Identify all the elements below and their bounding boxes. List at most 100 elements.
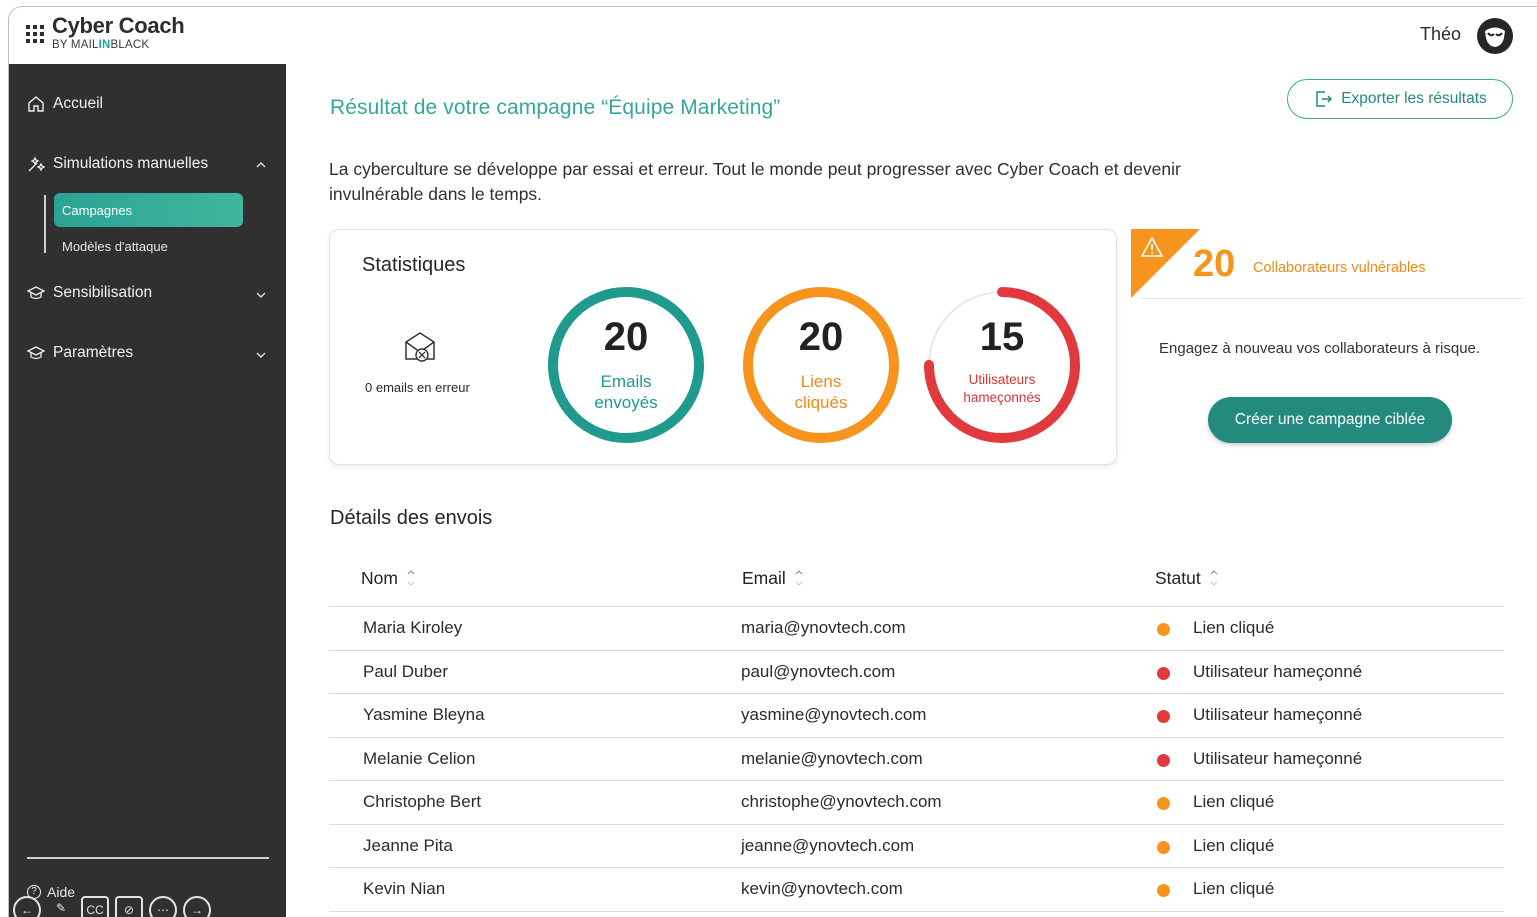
- more-icon[interactable]: ⋯: [149, 896, 177, 917]
- export-icon: [1316, 91, 1333, 107]
- table-row[interactable]: Jeanne Pita jeanne@ynovtech.com Lien cliqu…: [329, 825, 1504, 868]
- cell-email: paul@ynovtech.com: [741, 661, 896, 681]
- user-name[interactable]: Théo: [1420, 24, 1461, 45]
- brand-logo[interactable]: Cyber Coach BY MAILINBLACK: [52, 14, 185, 52]
- cell-status: Lien cliqué: [1193, 835, 1275, 855]
- vulnerable-count: 20: [1193, 243, 1236, 285]
- sidebar-subitem-campaigns[interactable]: Campagnes: [54, 193, 243, 227]
- sidebar-item-label: Paramètres: [53, 344, 134, 361]
- table-row[interactable]: Christophe Bert christophe@ynovtech.com Li…: [329, 781, 1504, 825]
- phished-label: Utilisateurs hameçonnés: [963, 372, 1041, 405]
- statistics-title: Statistiques: [362, 254, 466, 276]
- graduation-cap-icon: [27, 346, 45, 360]
- player-controls: ← ✎ CC ⊘ ⋯ →: [13, 896, 211, 917]
- apps-grid-icon[interactable]: [26, 25, 44, 43]
- email-errors-label: 0 emails en erreur: [365, 380, 470, 395]
- sidebar-item-simulations[interactable]: Simulations manuelles: [27, 155, 208, 173]
- column-header-name[interactable]: Nom: [361, 566, 416, 590]
- vulnerable-label: Collaborateurs vulnérables: [1253, 260, 1426, 276]
- chevron-down-icon[interactable]: [255, 289, 267, 301]
- arrow-right-icon[interactable]: →: [183, 896, 211, 917]
- email-error-icon: [405, 332, 435, 362]
- status-dot: [1157, 840, 1170, 854]
- graduation-cap-icon: [27, 286, 45, 300]
- cell-status: Utilisateur hameçonné: [1193, 705, 1363, 724]
- clicked-label: Liens cliqués: [794, 372, 848, 412]
- export-results-button[interactable]: Exporter les résultats: [1287, 79, 1513, 119]
- user-avatar-icon: [1485, 27, 1505, 47]
- phished-ring: 15 Utilisateurs hameçonnés: [922, 285, 1082, 445]
- details-title: Détails des envois: [330, 507, 493, 529]
- table-row[interactable]: Paul Duber paul@ynovtech.com Utilisateur h…: [329, 651, 1504, 694]
- table-row[interactable]: Yasmine Bleyna yasmine@ynovtech.com Utilis…: [329, 694, 1504, 738]
- cell-email: kevin@ynovtech.com: [741, 879, 903, 898]
- cell-name: Christophe Bert: [363, 792, 482, 811]
- cell-name: Paul Duber: [363, 661, 449, 681]
- app-window: Cyber Coach BY MAILINBLACK Théo Accueil …: [8, 6, 1537, 917]
- top-bar: Cyber Coach BY MAILINBLACK Théo: [9, 7, 1537, 64]
- table-body: Maria Kiroley maria@ynovtech.com Lien cliq…: [329, 607, 1504, 912]
- sidebar-divider: [27, 857, 269, 859]
- closed-captions-icon[interactable]: CC: [81, 896, 109, 917]
- chevron-down-icon[interactable]: [255, 349, 267, 361]
- status-dot: [1157, 623, 1170, 636]
- home-icon: [28, 96, 44, 112]
- status-dot: [1157, 884, 1170, 897]
- table-row[interactable]: Kevin Nian kevin@ynovtech.com Lien cliqué: [329, 868, 1504, 912]
- table-row[interactable]: Maria Kiroley maria@ynovtech.com Lien cliq…: [329, 607, 1504, 651]
- clicked-count: 20: [798, 315, 844, 359]
- cell-name: Jeanne Pita: [363, 835, 453, 855]
- submenu-rail: [44, 195, 46, 253]
- phished-count: 15: [979, 315, 1025, 359]
- status-dot: [1157, 710, 1170, 723]
- page-title: Résultat de votre campagne “Équipe Marke…: [330, 96, 781, 119]
- brand-subtitle: BY MAILINBLACK: [52, 39, 150, 51]
- cell-name: Melanie Celion: [363, 748, 476, 768]
- clicked-ring: 20 Liens cliqués: [741, 285, 901, 445]
- column-header-status[interactable]: Statut: [1155, 566, 1219, 590]
- column-header-email[interactable]: Email: [742, 566, 804, 590]
- cell-status: Lien cliqué: [1193, 792, 1275, 811]
- sidebar-item-settings[interactable]: Paramètres: [27, 344, 133, 362]
- cell-status: Lien cliqué: [1193, 618, 1275, 637]
- cell-name: Kevin Nian: [363, 879, 446, 898]
- arrow-left-icon[interactable]: ←: [13, 896, 41, 917]
- sidebar-item-awareness[interactable]: Sensibilisation: [27, 284, 152, 302]
- chevron-up-icon[interactable]: [255, 159, 267, 171]
- status-dot: [1157, 753, 1170, 767]
- sort-icon[interactable]: [406, 566, 416, 590]
- vulnerable-collaborators-panel: 20 Collaborateurs vulnérables: [1131, 229, 1523, 309]
- status-dot: [1157, 666, 1170, 680]
- cell-email: yasmine@ynovtech.com: [741, 705, 927, 724]
- details-table: Nom Email Statut Maria Kiroley maria@ynov…: [329, 555, 1504, 912]
- video-off-icon[interactable]: ⊘: [115, 896, 143, 917]
- cell-email: maria@ynovtech.com: [741, 618, 906, 637]
- sidebar-subitem-attack-models[interactable]: Modèles d'attaque: [62, 239, 168, 254]
- sidebar-item-label: Sensibilisation: [53, 284, 153, 301]
- cell-status: Utilisateur hameçonné: [1193, 661, 1363, 681]
- sent-ring: 20 Emails envoyés: [546, 285, 706, 445]
- sidebar: Accueil Simulations manuelles Campagnes …: [9, 64, 286, 917]
- magic-wand-icon: [28, 156, 45, 172]
- statistics-card: Statistiques 0 emails en erreur 20 Email…: [329, 229, 1117, 465]
- cell-status: Utilisateur hameçonné: [1193, 748, 1363, 768]
- cell-status: Lien cliqué: [1193, 879, 1275, 898]
- sidebar-item-label: Simulations manuelles: [53, 155, 209, 172]
- sent-label: Emails envoyés: [594, 372, 658, 412]
- sort-icon[interactable]: [794, 566, 804, 590]
- sort-icon[interactable]: [1209, 566, 1219, 590]
- cell-name: Yasmine Bleyna: [363, 705, 485, 724]
- avatar[interactable]: [1477, 18, 1513, 54]
- export-label: Exporter les résultats: [1341, 90, 1487, 107]
- table-row[interactable]: Melanie Celion melanie@ynovtech.com Utilis…: [329, 738, 1504, 781]
- status-dot: [1157, 797, 1170, 810]
- warning-icon: [1141, 237, 1163, 257]
- engage-text: Engagez à nouveau vos collaborateurs à r…: [1159, 340, 1481, 357]
- cursor-icon[interactable]: ✎: [47, 896, 75, 917]
- cell-name: Maria Kiroley: [363, 618, 463, 637]
- sidebar-item-home[interactable]: Accueil: [27, 95, 103, 113]
- cell-email: jeanne@ynovtech.com: [741, 835, 915, 855]
- create-targeted-campaign-button[interactable]: Créer une campagne ciblée: [1208, 397, 1452, 443]
- cell-email: melanie@ynovtech.com: [741, 748, 923, 768]
- intro-text: La cyberculture se développe par essai e…: [329, 159, 1181, 204]
